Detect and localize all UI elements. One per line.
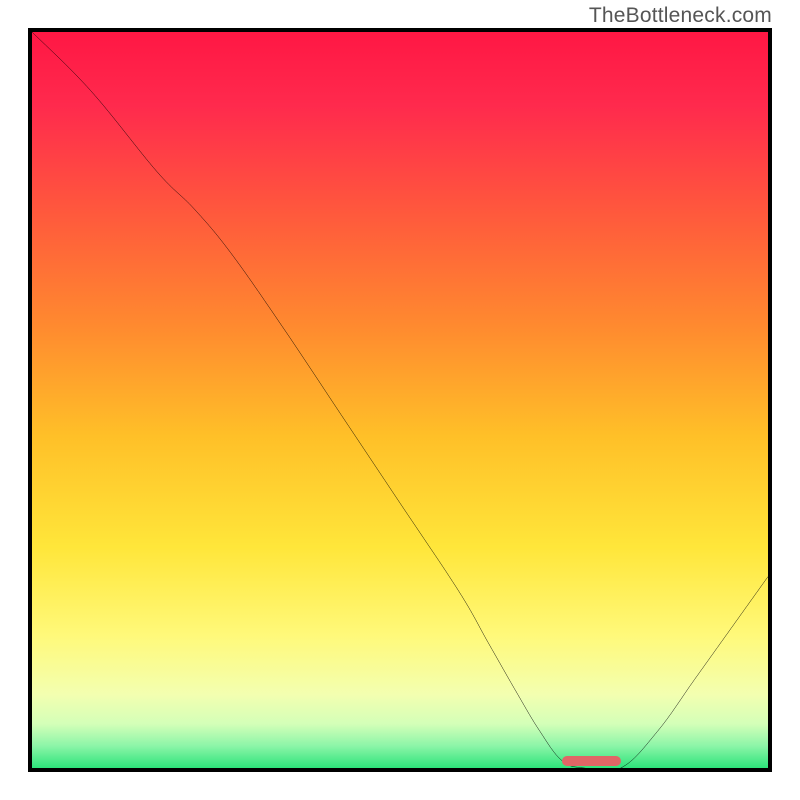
- bottleneck-curve: [32, 32, 768, 768]
- watermark-label: TheBottleneck.com: [589, 4, 772, 28]
- plot-area: [28, 28, 772, 772]
- bottleneck-chart: TheBottleneck.com: [0, 0, 800, 800]
- optimal-range-marker: [562, 756, 621, 766]
